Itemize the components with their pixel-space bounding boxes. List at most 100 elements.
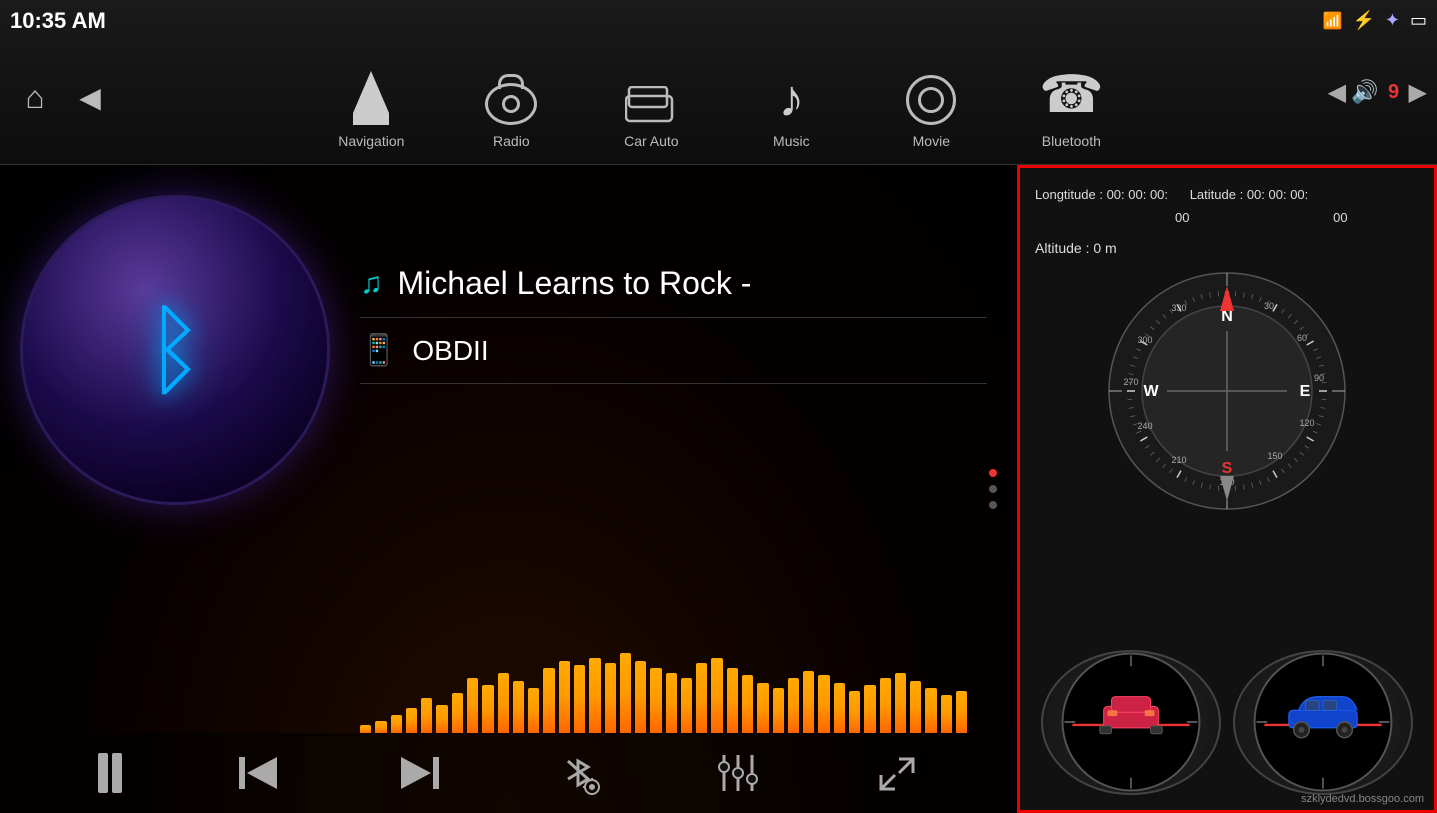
scroll-dot-1 <box>989 469 997 477</box>
bluetooth-disc: ᛒ <box>20 195 330 505</box>
compass-svg: N S E W 0 30 60 90 120 150 180 210 240 2… <box>1107 271 1347 511</box>
song-info: ♫ Michael Learns to Rock - 📱 OBDII <box>360 265 987 384</box>
eq-bar <box>696 663 707 733</box>
eq-bar <box>406 708 417 733</box>
latitude-label: Latitude : <box>1190 187 1244 202</box>
volume-up-button[interactable]: ▶ <box>1409 78 1427 107</box>
wifi-icon: 📶 <box>1323 11 1343 31</box>
bluetooth-status-icon: ✦ <box>1385 10 1400 31</box>
eq-settings-button[interactable] <box>716 751 760 795</box>
latitude-value: 00: 00: 00: <box>1247 187 1308 202</box>
player-controls <box>0 733 1017 813</box>
eq-bar <box>895 673 906 733</box>
song-title: Michael Learns to Rock - <box>398 265 752 302</box>
longitude-label: Longtitude : <box>1035 187 1103 202</box>
svg-text:60: 60 <box>1297 333 1307 343</box>
eq-bar <box>834 683 845 733</box>
equalizer <box>360 573 967 733</box>
compass-container: N S E W 0 30 60 90 120 150 180 210 240 2… <box>1035 271 1419 511</box>
main-content: ᛒ ♫ Michael Learns to Rock - 📱 OBDII <box>0 165 1437 813</box>
eq-bar <box>574 665 585 733</box>
nav-item-carauto[interactable]: Car Auto <box>581 22 721 162</box>
svg-text:270: 270 <box>1123 377 1138 387</box>
longitude-value: 00: 00: 00: <box>1107 187 1168 202</box>
eq-bar <box>925 688 936 733</box>
compass: N S E W 0 30 60 90 120 150 180 210 240 2… <box>1107 271 1347 511</box>
svg-text:240: 240 <box>1137 421 1152 431</box>
svg-text:W: W <box>1143 383 1159 400</box>
eq-bar <box>849 691 860 733</box>
eq-bar <box>666 673 677 733</box>
eq-bar <box>742 675 753 733</box>
expand-button[interactable] <box>875 751 919 795</box>
eq-bar <box>773 688 784 733</box>
longitude-sub: 00 <box>1035 210 1189 225</box>
eq-bar <box>513 681 524 733</box>
eq-bar <box>543 668 554 733</box>
eq-bar <box>391 715 402 733</box>
volume-number: 9 <box>1384 81 1404 104</box>
latitude-sub: 00 <box>1193 210 1347 225</box>
gps-coordinates: Longtitude : 00: 00: 00: Latitude : 00: … <box>1035 183 1419 230</box>
gauge-right-svg <box>1235 650 1411 795</box>
bluetooth-symbol: ᛒ <box>145 300 205 400</box>
next-button[interactable] <box>397 753 441 793</box>
nav-item-music[interactable]: ♪ Music <box>721 22 861 162</box>
nav-item-movie[interactable]: Movie <box>861 22 1001 162</box>
eq-bar <box>528 688 539 733</box>
music-icon: ♪ <box>778 73 804 125</box>
volume-down-button[interactable]: ◀ <box>1328 78 1346 107</box>
prev-button[interactable] <box>237 753 281 793</box>
volume-icon: 🔊 <box>1351 79 1378 105</box>
eq-bar <box>788 678 799 733</box>
topbar: 10:35 AM 📶 ⚡ ✦ ▭ ⌂ ◀ Navigation Radio <box>0 0 1437 165</box>
gauge-right <box>1233 650 1413 795</box>
nav-item-navigation[interactable]: Navigation <box>301 22 441 162</box>
nav-item-radio[interactable]: Radio <box>441 22 581 162</box>
obdii-row[interactable]: 📱 OBDII <box>360 318 987 384</box>
gps-panel: Longtitude : 00: 00: 00: Latitude : 00: … <box>1017 165 1437 813</box>
volume-controls: ◀ 🔊 9 ▶ <box>1328 78 1437 107</box>
altitude-value: 0 m <box>1093 240 1116 256</box>
gauges <box>1035 650 1419 795</box>
home-button[interactable]: ⌂ <box>10 72 60 122</box>
eq-bar <box>956 691 967 733</box>
movie-icon <box>906 75 956 125</box>
svg-text:210: 210 <box>1171 455 1186 465</box>
eq-bar <box>727 668 738 733</box>
eq-bar <box>360 725 371 733</box>
status-icons: 📶 ⚡ ✦ ▭ <box>1323 10 1427 31</box>
eq-bar <box>818 675 829 733</box>
eq-bar <box>650 668 661 733</box>
back-button[interactable]: ◀ <box>65 72 115 122</box>
time-display: 10:35 AM <box>10 8 106 34</box>
nav-label-bluetooth: Bluetooth <box>1042 133 1101 149</box>
usb-icon: ⚡ <box>1352 10 1374 31</box>
eq-bar <box>803 671 814 733</box>
gauge-left-svg <box>1043 650 1219 795</box>
song-title-row: ♫ Michael Learns to Rock - <box>360 265 987 318</box>
battery-icon: ▭ <box>1410 10 1427 31</box>
eq-bar <box>620 653 631 733</box>
eq-bar <box>436 705 447 733</box>
eq-bar <box>711 658 722 733</box>
eq-bar <box>559 661 570 733</box>
bluetooth-settings-button[interactable] <box>556 751 600 795</box>
scroll-dots <box>989 469 997 509</box>
svg-text:330: 330 <box>1171 303 1186 313</box>
player-panel: ᛒ ♫ Michael Learns to Rock - 📱 OBDII <box>0 165 1017 813</box>
eq-bar <box>421 698 432 733</box>
svg-text:30: 30 <box>1264 301 1274 311</box>
eq-bar <box>375 721 386 733</box>
gps-altitude: Altitude : 0 m <box>1035 240 1419 256</box>
pause-button[interactable] <box>98 753 122 793</box>
nav-label-radio: Radio <box>493 133 530 149</box>
nav-items: Navigation Radio Car Auto ♪ Music <box>115 22 1328 162</box>
eq-bar <box>880 678 891 733</box>
eq-bar <box>635 661 646 733</box>
nav-left-buttons: ⌂ ◀ <box>0 72 115 122</box>
nav-item-bluetooth[interactable]: ☎ Bluetooth <box>1001 22 1141 162</box>
svg-text:S: S <box>1222 460 1233 477</box>
eq-bar <box>589 658 600 733</box>
nav-label-movie: Movie <box>913 133 950 149</box>
